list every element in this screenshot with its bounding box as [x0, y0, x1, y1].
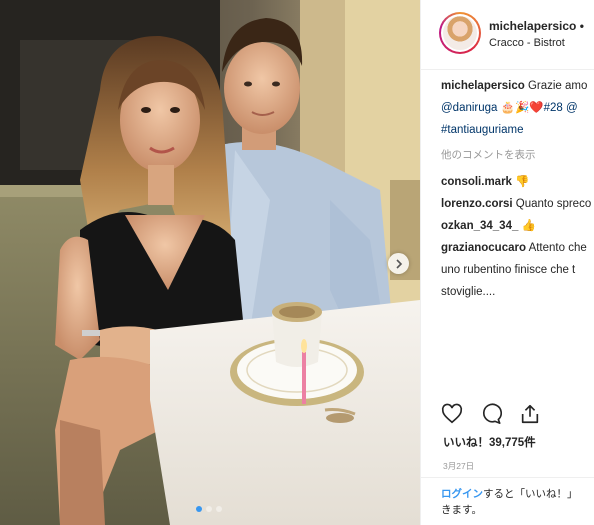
like-count[interactable]: いいね！39,775件 — [443, 434, 536, 450]
username-link[interactable]: michelapersico — [489, 19, 576, 33]
caption-text: Grazie amo — [527, 80, 588, 92]
caption-mentions[interactable]: @daniruga 🎂🎉❤️#28 @ — [441, 100, 594, 117]
share-icon — [521, 404, 539, 424]
comment-username[interactable]: consoli.mark — [441, 176, 512, 188]
comment-text-line: uno rubentino finisce che t — [441, 264, 576, 276]
login-text-2: きます。 — [441, 504, 482, 516]
comment-text: 👎 — [515, 176, 530, 188]
comment-text: Attento che — [528, 242, 587, 254]
location-link[interactable]: Cracco - Bistrot — [489, 37, 565, 49]
login-text: すると「いいね！」 — [483, 488, 578, 500]
comment-item: lorenzo.corsi Quanto spreco — [441, 196, 594, 213]
post-photo[interactable] — [0, 0, 420, 525]
login-prompt: ログインすると「いいね！」 きます。 — [421, 477, 594, 518]
carousel-dot — [206, 506, 212, 512]
caption-hashtag[interactable]: #tantiauguriame — [441, 122, 594, 139]
comment-username[interactable]: lorenzo.corsi — [441, 198, 513, 210]
caption-username[interactable]: michelapersico — [441, 80, 525, 92]
caption: michelapersico Grazie amo — [441, 78, 594, 95]
follow-dot: • — [579, 19, 584, 33]
comment-icon — [483, 403, 503, 424]
action-bar — [441, 403, 541, 425]
post-side-panel: michelapersico • Cracco - Bistrot michel… — [420, 0, 594, 525]
comment-username[interactable]: ozkan_34_34_ — [441, 220, 518, 232]
carousel-dot — [216, 506, 222, 512]
avatar-image — [443, 16, 477, 50]
comment-username[interactable]: grazianocucaro — [441, 242, 526, 254]
comment-button[interactable] — [480, 403, 503, 425]
heart-icon — [441, 403, 463, 424]
comment-text: 👍 — [521, 220, 536, 232]
carousel-next-button[interactable] — [388, 253, 409, 274]
comment-item: ozkan_34_34_ 👍 — [441, 218, 594, 235]
chevron-right-icon — [395, 258, 402, 269]
comment-text-line: stoviglie.... — [441, 286, 496, 298]
avatar[interactable] — [439, 12, 481, 54]
photo-image — [0, 0, 420, 525]
comment-text: Quanto spreco — [515, 198, 592, 210]
login-link[interactable]: ログイン — [441, 488, 483, 500]
post-header: michelapersico • Cracco - Bistrot — [421, 0, 594, 70]
comments-section: michelapersico Grazie amo @daniruga 🎂🎉❤️… — [441, 78, 594, 301]
comment-item: consoli.mark 👎 — [441, 174, 594, 191]
share-button[interactable] — [519, 403, 541, 425]
more-comments-link[interactable]: 他のコメントを表示 — [441, 147, 594, 164]
carousel-indicator — [196, 506, 222, 512]
like-button[interactable] — [441, 403, 463, 425]
post-date: 3月27日 — [443, 461, 475, 471]
carousel-dot — [196, 506, 202, 512]
comment-item: grazianocucaro Attento che uno rubentino… — [441, 240, 594, 301]
